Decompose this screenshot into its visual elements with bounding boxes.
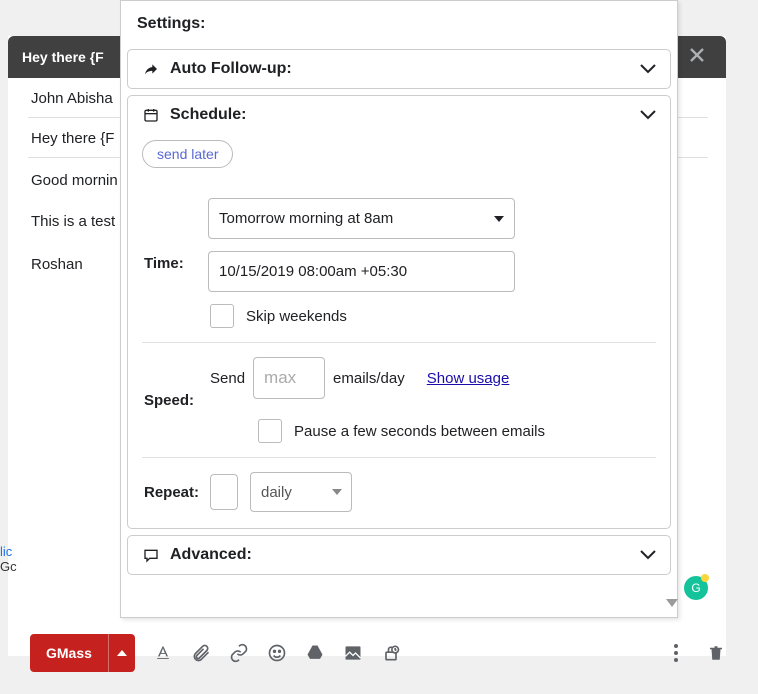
chevron-down-icon: [640, 64, 656, 74]
repeat-frequency-select[interactable]: daily: [250, 472, 352, 512]
confidential-icon[interactable]: [381, 643, 401, 663]
time-label: Time:: [144, 255, 208, 272]
speed-suffix: emails/day: [333, 370, 405, 387]
pause-between-emails-label: Pause a few seconds between emails: [294, 423, 545, 440]
send-later-button[interactable]: send later: [142, 140, 233, 168]
section-schedule: Schedule: send later Time: Tomorrow morn…: [127, 95, 671, 529]
auto-followup-label: Auto Follow-up:: [170, 60, 292, 78]
close-icon[interactable]: [682, 44, 712, 71]
chat-icon: [142, 546, 160, 564]
compose-toolbar: GMass: [30, 634, 726, 672]
repeat-count-input[interactable]: [210, 474, 238, 510]
chevron-down-icon: [640, 550, 656, 560]
truncated-sidebar: lic Gc: [0, 544, 18, 572]
gmass-dropdown-button[interactable]: [108, 634, 135, 672]
emails-per-day-input[interactable]: max: [253, 357, 325, 399]
advanced-header[interactable]: Advanced:: [128, 536, 670, 574]
text-format-icon[interactable]: [153, 643, 173, 663]
image-icon[interactable]: [343, 643, 363, 663]
attach-icon[interactable]: [191, 643, 211, 663]
settings-title: Settings:: [121, 1, 677, 47]
schedule-label: Schedule:: [170, 106, 246, 124]
more-options-icon[interactable]: [666, 643, 686, 663]
scroll-down-icon[interactable]: [666, 594, 678, 612]
advanced-label: Advanced:: [170, 546, 252, 564]
reply-icon: [142, 60, 160, 78]
show-usage-link[interactable]: Show usage: [427, 370, 510, 387]
delete-icon[interactable]: [706, 643, 726, 663]
speed-label: Speed:: [144, 392, 208, 409]
gmass-send-button[interactable]: GMass: [30, 634, 108, 672]
drive-icon[interactable]: [305, 643, 325, 663]
emoji-icon[interactable]: [267, 643, 287, 663]
pause-between-emails-checkbox[interactable]: [258, 419, 282, 443]
grammarly-icon[interactable]: G: [684, 576, 708, 600]
speed-prefix: Send: [210, 370, 245, 387]
time-preset-select[interactable]: Tomorrow morning at 8am: [208, 198, 515, 239]
dropdown-icon: [332, 489, 342, 495]
schedule-header[interactable]: Schedule:: [128, 96, 670, 134]
section-advanced: Advanced:: [127, 535, 671, 575]
datetime-input[interactable]: 10/15/2019 08:00am +05:30: [208, 251, 515, 292]
repeat-label: Repeat:: [144, 484, 208, 501]
dropdown-icon: [494, 216, 504, 222]
link-icon[interactable]: [229, 643, 249, 663]
calendar-icon: [142, 106, 160, 124]
section-auto-followup: Auto Follow-up:: [127, 49, 671, 89]
settings-panel: Settings: Auto Follow-up: Schedule: send…: [120, 0, 678, 618]
chevron-down-icon: [640, 110, 656, 120]
skip-weekends-label: Skip weekends: [246, 308, 347, 325]
auto-followup-header[interactable]: Auto Follow-up:: [128, 50, 670, 88]
skip-weekends-checkbox[interactable]: [210, 304, 234, 328]
